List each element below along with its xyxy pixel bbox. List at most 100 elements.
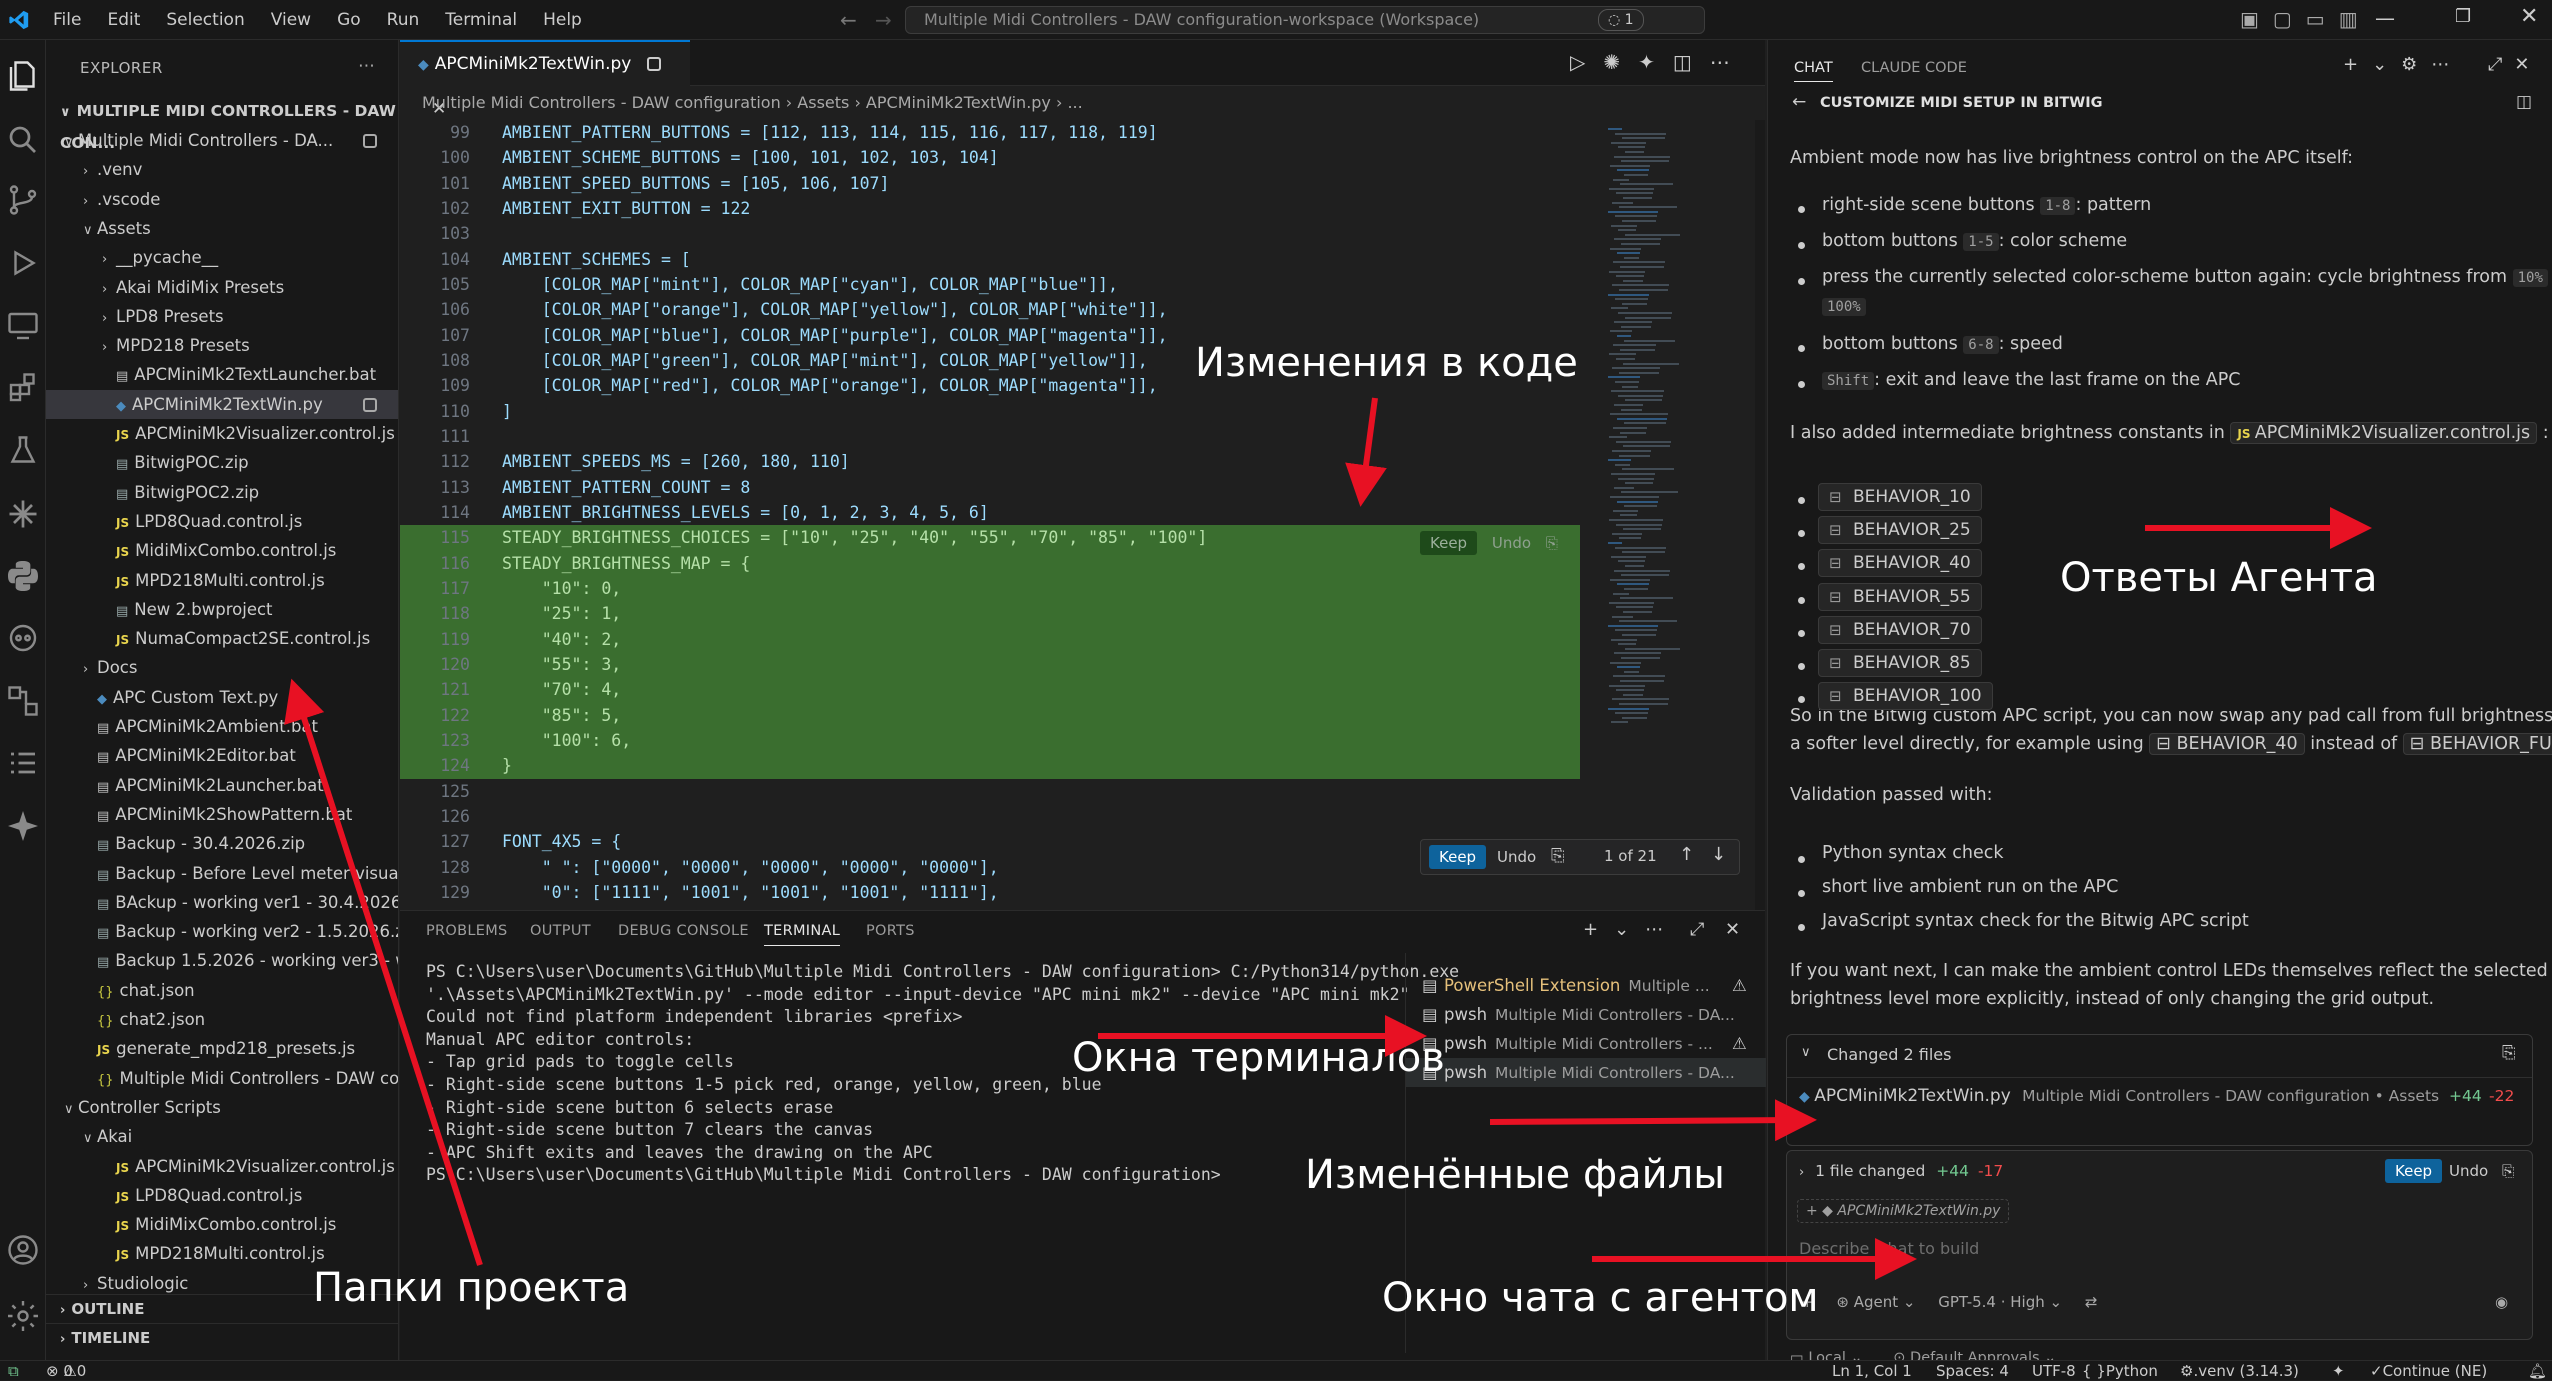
editor-scrollbar[interactable] (1755, 120, 1765, 910)
run-debug-icon[interactable] (5, 245, 41, 281)
remote-explorer-icon[interactable] (5, 308, 41, 344)
tree-file[interactable]: JS generate_mpd218_presets.js (46, 1034, 398, 1063)
diff-icon[interactable]: ⎘ (1546, 534, 1558, 552)
file-chip[interactable]: JS APCMiniMk2Visualizer.control.js (2230, 422, 2538, 444)
code-line[interactable]: 121 "70": 4, (400, 677, 1580, 703)
tab-apcminimk2textwin[interactable]: ◆ APCMiniMk2TextWin.py ✕ (400, 40, 690, 119)
encoding[interactable]: UTF-8 (2032, 1361, 2076, 1381)
copilot-icon[interactable] (5, 620, 41, 656)
python-icon[interactable] (5, 558, 41, 594)
menu-run[interactable]: Run (374, 0, 433, 40)
tree-file[interactable]: JS MPD218Multi.control.js (46, 566, 398, 595)
tree-file[interactable]: ▤ APCMiniMk2Editor.bat (46, 741, 398, 770)
menu-view[interactable]: View (258, 0, 324, 40)
tree-file[interactable]: JS LPD8Quad.control.js (46, 507, 398, 536)
constant-chip[interactable]: ⊟ BEHAVIOR_FULL (2402, 733, 2552, 755)
behavior-constant-chip[interactable]: BEHAVIOR_10 (1818, 483, 1982, 511)
menu-selection[interactable]: Selection (153, 0, 257, 40)
copy-icon[interactable]: ⎘ (2502, 1043, 2516, 1063)
tree-file[interactable]: {} chat.json (46, 976, 398, 1005)
file-changed-row[interactable]: › 1 file changed +44 -17 Keep Undo ⎘ (1787, 1151, 2532, 1191)
behavior-constant-chip[interactable]: BEHAVIOR_70 (1818, 615, 1982, 644)
tools-icon[interactable]: ⇄ (2085, 1293, 2098, 1311)
tree-file[interactable]: ◆ APC Custom Text.py (46, 683, 398, 712)
claude-icon[interactable] (5, 496, 41, 532)
menu-terminal[interactable]: Terminal (432, 0, 530, 40)
menu-file[interactable]: File (40, 0, 94, 40)
terminal-instance[interactable]: ▤ PowerShell Extension Multiple ... ⚠ (1406, 971, 1766, 1000)
agent-mode-picker[interactable]: ⊛ Agent ⌄ (1836, 1293, 1915, 1311)
menu-go[interactable]: Go (324, 0, 374, 40)
behavior-constant-chip[interactable]: BEHAVIOR_25 (1818, 516, 1982, 545)
tree-folder[interactable]: › LPD8 Presets (46, 302, 398, 331)
chat-actions[interactable]: +⌄⚙⋯ (2343, 54, 2463, 75)
breadcrumb[interactable]: Multiple Midi Controllers - DAW configur… (400, 86, 1600, 120)
code-line[interactable]: 104 AMBIENT_SCHEMES = [ (400, 247, 1600, 272)
tree-file[interactable]: ▤ APCMiniMk2Launcher.bat (46, 771, 398, 800)
keep-button[interactable]: Keep (1429, 845, 1487, 869)
tree-file[interactable]: JS APCMiniMk2Visualizer.control.js (46, 419, 398, 448)
code-line[interactable]: 123 "100": 6, (400, 727, 1580, 754)
code-line[interactable]: 117 "10": 0, (400, 575, 1580, 602)
behavior-constant-chip[interactable]: BEHAVIOR_40 (1818, 549, 1982, 578)
maximize-panel-icon[interactable]: ⤢ (1690, 919, 1704, 940)
tab-problems[interactable]: PROBLEMS (426, 923, 508, 939)
code-line[interactable]: 99 AMBIENT_PATTERN_BUTTONS = [112, 113, 1… (400, 120, 1600, 145)
tree-file[interactable]: ▤ Backup - Before Level meter visualiz... (46, 859, 398, 888)
testing-icon[interactable] (5, 433, 41, 469)
code-line[interactable]: 120 "55": 3, (400, 651, 1580, 678)
diff-file-icon[interactable]: ⎘ (1551, 846, 1565, 866)
workspace-header[interactable]: ∨ MULTIPLE MIDI CONTROLLERS - DAW CON... (46, 96, 398, 152)
editor-actions[interactable]: ▷✺✦◫⋯ (1570, 50, 1748, 74)
code-line[interactable]: 118 "25": 1, (400, 601, 1580, 627)
settings-gear-icon[interactable] (5, 1298, 41, 1334)
restore-icon[interactable]: ❐ (2455, 6, 2471, 27)
explorer-icon[interactable] (5, 58, 41, 94)
tree-folder[interactable]: › .venv (46, 155, 398, 184)
panel-actions[interactable]: +⌄⋯ (1583, 919, 1679, 940)
code-line[interactable]: 129 "0": ["1111", "1001", "1001", "1001"… (400, 880, 1600, 905)
tree-file[interactable]: ▤ Backup 1.5.2026 - working ver3 - w... (46, 946, 398, 975)
code-line[interactable]: 113 AMBIENT_PATTERN_COUNT = 8 (400, 475, 1600, 500)
cursor-position[interactable]: Ln 1, Col 1 (1832, 1361, 1912, 1381)
code-line[interactable]: 115 STEADY_BRIGHTNESS_CHOICES = ["10", "2… (400, 525, 1580, 551)
undo-button[interactable]: Undo (1487, 845, 1546, 869)
code-line[interactable]: 124} (400, 753, 1580, 779)
tab-output[interactable]: OUTPUT (530, 923, 591, 939)
tree-folder[interactable]: › __pycache__ (46, 243, 398, 272)
code-line[interactable]: 105 [COLOR_MAP["mint"], COLOR_MAP["cyan"… (400, 272, 1600, 297)
undo-all-button[interactable]: Undo (2449, 1151, 2488, 1191)
code-line[interactable]: 111 (400, 424, 1600, 449)
code-line[interactable]: 122 "85": 5, (400, 702, 1580, 728)
copilot-badge[interactable]: ◌ 1 (1598, 9, 1644, 31)
code-line[interactable]: 101 AMBIENT_SPEED_BUTTONS = [105, 106, 10… (400, 171, 1600, 196)
code-line[interactable]: 116 STEADY_BRIGHTNESS_MAP = { (400, 550, 1580, 576)
inline-undo-button[interactable]: Undo (1482, 531, 1541, 555)
tree-file[interactable]: {} chat2.json (46, 1005, 398, 1034)
model-picker[interactable]: GPT-5.4 · High ⌄ (1938, 1293, 2062, 1311)
more-actions-icon[interactable]: ⋯ (358, 56, 375, 76)
minimize-icon[interactable]: — (2375, 6, 2395, 30)
interpreter[interactable]: ⚙ .venv (3.14.3) (2180, 1361, 2299, 1381)
tree-folder[interactable]: › Akai MidiMix Presets (46, 273, 398, 302)
command-center[interactable]: Multiple Midi Controllers - DAW configur… (905, 6, 1705, 34)
tree-folder[interactable]: ∨ Multiple Midi Controllers - DA... (46, 126, 398, 155)
tree-folder[interactable]: ∨ Assets (46, 214, 398, 243)
tab-terminal[interactable]: TERMINAL (764, 923, 841, 946)
account-icon[interactable] (5, 1232, 41, 1268)
code-line[interactable]: 100 AMBIENT_SCHEME_BUTTONS = [100, 101, 1… (400, 145, 1600, 170)
code-line[interactable]: 119 "40": 2, (400, 626, 1580, 652)
review-icon[interactable]: ⎘ (2502, 1151, 2514, 1191)
chat-input[interactable]: Describe what to build (1799, 1239, 1979, 1258)
tab-debug-console[interactable]: DEBUG CONSOLE (618, 923, 749, 939)
tree-folder[interactable]: › Docs (46, 653, 398, 682)
keep-all-button[interactable]: Keep (2385, 1159, 2443, 1183)
tree-file[interactable]: ▤ BitwigPOC.zip (46, 448, 398, 477)
back-arrow-icon[interactable]: ← (1792, 92, 1806, 112)
inline-keep-button[interactable]: Keep (1420, 531, 1478, 555)
search-icon[interactable] (5, 122, 41, 158)
tab-claude-code[interactable]: CLAUDE CODE (1861, 60, 1967, 76)
tree-folder[interactable]: ∨ Controller Scripts (46, 1093, 398, 1122)
close-icon[interactable]: ✕ (2520, 4, 2538, 29)
constant-chip[interactable]: ⊟ BEHAVIOR_40 (2149, 733, 2305, 755)
